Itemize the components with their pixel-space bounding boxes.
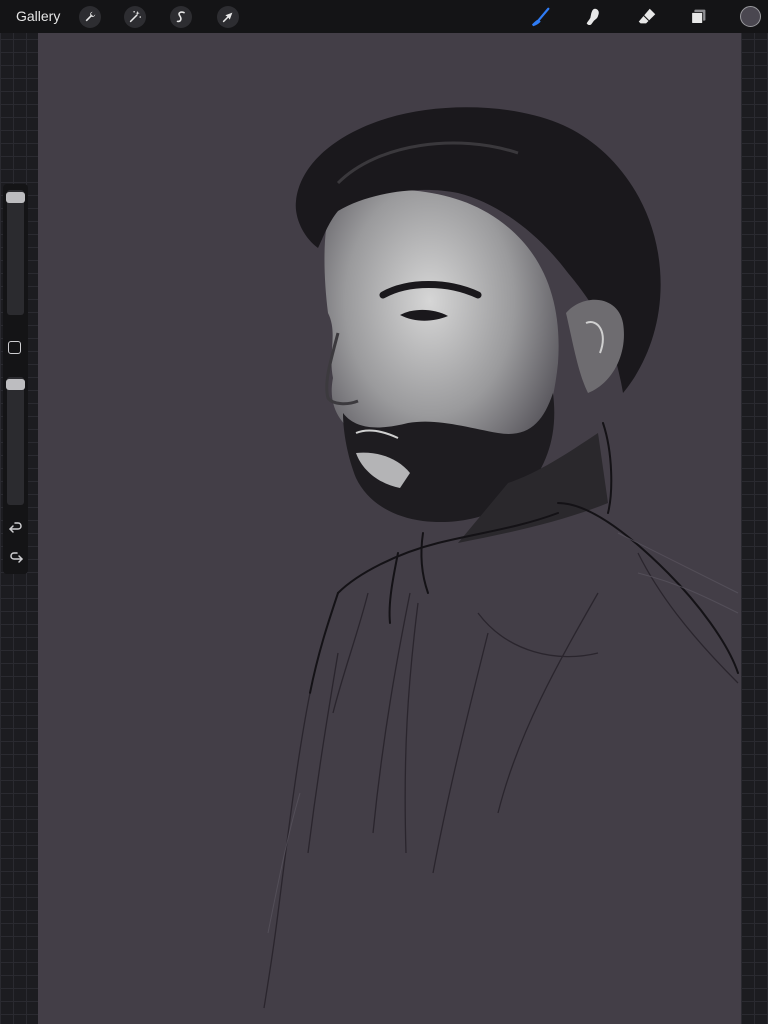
brush-size-thumb[interactable]	[6, 192, 25, 203]
adjustments-button[interactable]	[124, 6, 146, 28]
modify-button[interactable]	[8, 341, 21, 354]
gallery-button[interactable]: Gallery	[16, 8, 60, 24]
erase-tool-button[interactable]	[635, 5, 659, 29]
selection-button[interactable]	[170, 6, 192, 28]
smudge-tool-button[interactable]	[582, 5, 606, 29]
actions-button[interactable]	[79, 6, 101, 28]
paint-tool-button[interactable]	[529, 5, 553, 29]
opacity-thumb[interactable]	[6, 379, 25, 390]
magic-wand-icon	[129, 10, 142, 23]
drawing-canvas[interactable]	[38, 33, 741, 1024]
top-toolbar: Gallery	[0, 0, 768, 33]
smudge-icon	[586, 8, 599, 26]
wrench-icon	[85, 11, 96, 22]
brush-size-slider[interactable]	[6, 190, 25, 315]
undo-icon	[9, 522, 22, 533]
selection-s-icon	[176, 11, 185, 23]
portrait-sketch-artwork	[263, 107, 739, 1009]
layers-button[interactable]	[687, 5, 711, 29]
redo-icon	[10, 552, 23, 563]
layers-icon	[691, 9, 706, 24]
color-picker-button[interactable]	[740, 6, 761, 27]
brush-icon	[531, 7, 550, 27]
eraser-icon	[638, 8, 656, 24]
redo-button[interactable]	[8, 550, 24, 566]
arrow-cursor-icon	[222, 12, 233, 23]
opacity-slider[interactable]	[6, 377, 25, 505]
left-sidebar	[3, 184, 28, 574]
transform-button[interactable]	[217, 6, 239, 28]
undo-button[interactable]	[8, 520, 24, 536]
